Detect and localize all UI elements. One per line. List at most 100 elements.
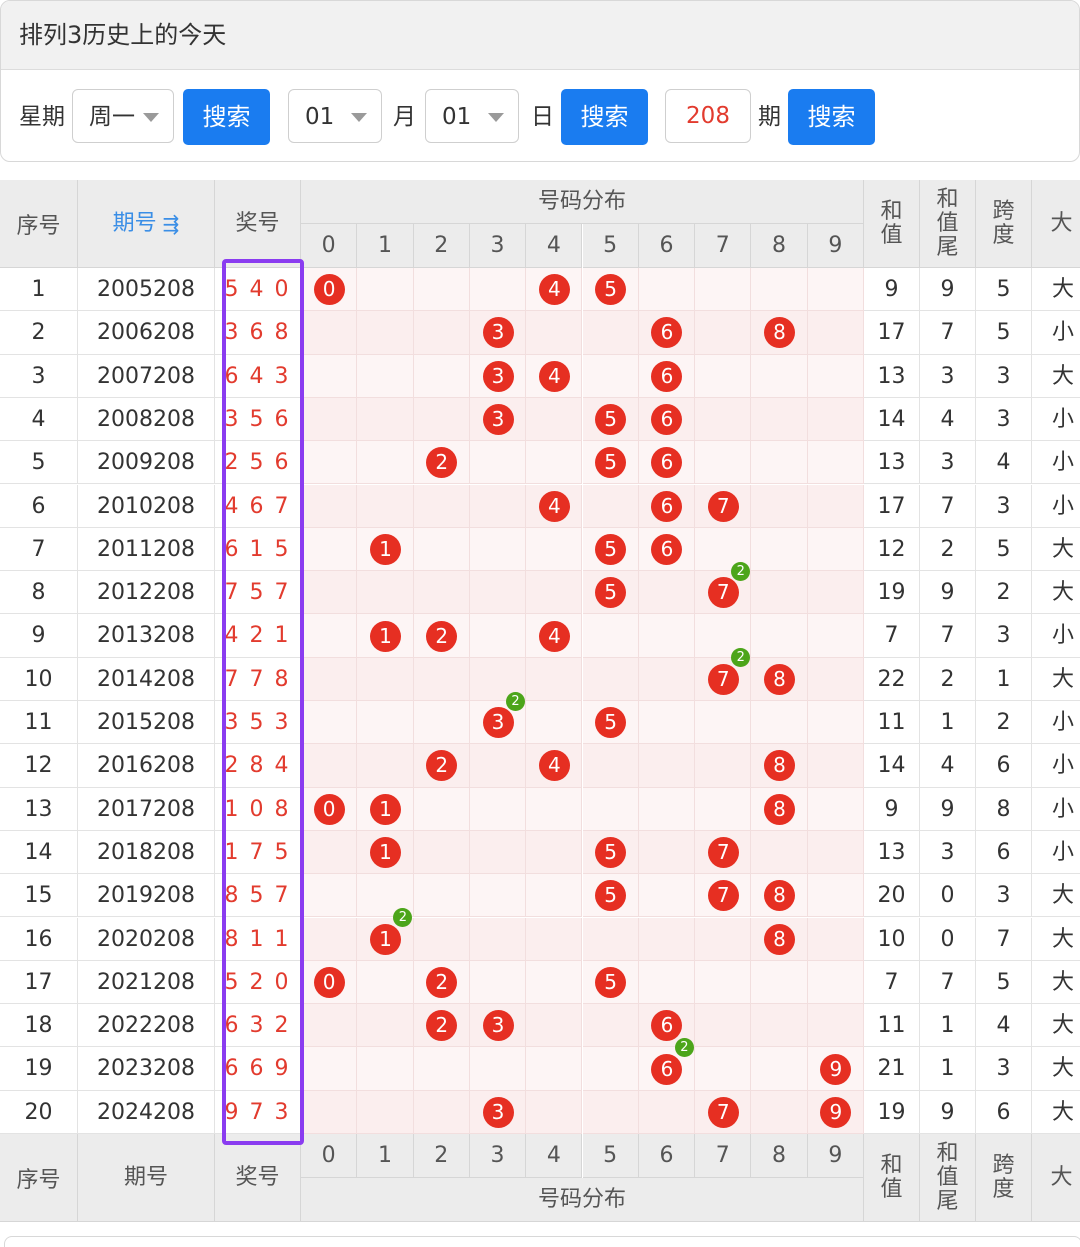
- row-sum-tail: 1: [920, 1047, 976, 1091]
- dist-cell: 4: [526, 268, 583, 312]
- dist-cell: 2: [413, 441, 470, 485]
- footer-digit-6: 6: [638, 1134, 696, 1178]
- ball-0: 0: [313, 793, 345, 825]
- dist-cell: 72: [695, 561, 752, 615]
- dist-cell: [469, 441, 527, 485]
- dist-cell: 7: [695, 1090, 752, 1134]
- month-select[interactable]: 01: [288, 89, 382, 143]
- dist-cell: 5: [582, 527, 639, 572]
- ball-2: 2: [426, 750, 458, 782]
- sort-desc-icon[interactable]: ⇶: [163, 212, 180, 236]
- row-span: 5: [976, 268, 1032, 312]
- header-sum-char: 和: [880, 198, 903, 224]
- dist-cell: [638, 744, 696, 788]
- history-table: 序号 期号 ⇶ 奖号 号码分布 0 1 2 3 4 5 6 7 8 9 和值和值尾跨度大 1 2005208 5 4…: [0, 180, 1080, 1222]
- row-period: 2014208: [78, 657, 215, 701]
- row-index: 5: [0, 441, 78, 485]
- row-span: 5: [976, 311, 1032, 355]
- search-button-weekday[interactable]: 搜索: [183, 89, 270, 145]
- dist-cell: 12: [357, 908, 414, 961]
- ball-6: 6: [651, 360, 683, 392]
- dist-cell: [357, 744, 414, 788]
- dist-cell: [582, 614, 639, 658]
- weekday-select[interactable]: 周一: [72, 89, 174, 143]
- ball-3: 3: [482, 360, 514, 392]
- dist-cell: 3: [469, 1090, 527, 1134]
- dist-cell: 6: [638, 527, 696, 572]
- dist-cell: [807, 830, 864, 875]
- row-prize: 6 3 2: [215, 1004, 301, 1048]
- ball-2: 2: [426, 447, 458, 479]
- dist-cell: [357, 1047, 414, 1091]
- row-period: 2020208: [78, 917, 215, 961]
- dist-cell: 4: [526, 484, 583, 528]
- dist-cell: [357, 571, 414, 615]
- dist-cell: [301, 1047, 358, 1091]
- ball-1: 1: [369, 837, 401, 869]
- dist-cell: [413, 874, 470, 918]
- dist-cell: [807, 744, 864, 788]
- footer-span: 跨度: [976, 1134, 1032, 1222]
- month-select-value: 01: [305, 104, 335, 130]
- repeat-badge: 2: [674, 1038, 694, 1058]
- row-prize: 1 0 8: [215, 787, 301, 831]
- footer-sum-tail-char: 值: [936, 1164, 959, 1190]
- dist-cell: [582, 657, 639, 701]
- dist-cell: [807, 354, 864, 398]
- row-index: 13: [0, 787, 78, 831]
- dist-cell: [413, 571, 470, 615]
- dist-cell: 5: [582, 830, 639, 875]
- row-sum-tail: 9: [920, 268, 976, 312]
- row-span: 3: [976, 874, 1032, 918]
- dist-cell: [469, 960, 527, 1005]
- row-span: 2: [976, 701, 1032, 745]
- dist-cell: [695, 354, 752, 398]
- dist-cell: 6: [638, 441, 696, 485]
- ball-3: 3: [482, 317, 514, 349]
- dist-cell: [807, 917, 864, 961]
- panel-title: 排列3历史上的今天: [1, 1, 1079, 70]
- row-period: 2007208: [78, 354, 215, 398]
- footer-sum-char: 值: [880, 1176, 903, 1202]
- dist-cell: 5: [582, 571, 639, 615]
- row-index: 14: [0, 830, 78, 875]
- ball-5: 5: [595, 707, 627, 739]
- dist-cell: [469, 830, 527, 875]
- dist-cell: [638, 268, 696, 312]
- dist-cell: [526, 701, 583, 745]
- header-digit-5: 5: [582, 224, 639, 268]
- dist-cell: [301, 527, 358, 572]
- dist-cell: 1: [357, 830, 414, 875]
- dist-cell: [357, 484, 414, 528]
- dist-cell: 1: [357, 614, 414, 658]
- footer-digit-2: 2: [413, 1134, 470, 1178]
- day-select[interactable]: 01: [425, 89, 519, 143]
- dist-cell: [526, 441, 583, 485]
- ball-0: 0: [313, 966, 345, 998]
- dist-cell: [413, 268, 470, 312]
- dist-cell: [695, 397, 752, 442]
- footer-sum-tail-char: 和: [936, 1140, 959, 1166]
- dist-cell: [751, 1090, 808, 1134]
- header-prize: 奖号: [215, 180, 301, 268]
- ball-7: 7: [707, 663, 739, 695]
- search-button-issue[interactable]: 搜索: [788, 89, 875, 145]
- row-size: 小: [1032, 701, 1080, 745]
- dist-cell: [526, 527, 583, 572]
- footer-digit-8: 8: [751, 1134, 808, 1178]
- ball-3: 3: [482, 707, 514, 739]
- dist-cell: [301, 311, 358, 355]
- dist-cell: [695, 311, 752, 355]
- issue-input[interactable]: 208: [665, 89, 751, 143]
- row-span: 6: [976, 1090, 1032, 1134]
- footer-period[interactable]: 期号: [78, 1134, 215, 1222]
- row-sum: 11: [864, 1004, 920, 1048]
- header-period[interactable]: 期号 ⇶: [78, 180, 215, 268]
- ball-5: 5: [595, 533, 627, 565]
- footer-sum-tail: 和值尾: [920, 1134, 976, 1222]
- dist-cell: [751, 960, 808, 1005]
- header-digit-9: 9: [807, 224, 864, 268]
- footer-prize: 奖号: [215, 1134, 301, 1222]
- search-button-date[interactable]: 搜索: [561, 89, 648, 145]
- dist-cell: [357, 657, 414, 701]
